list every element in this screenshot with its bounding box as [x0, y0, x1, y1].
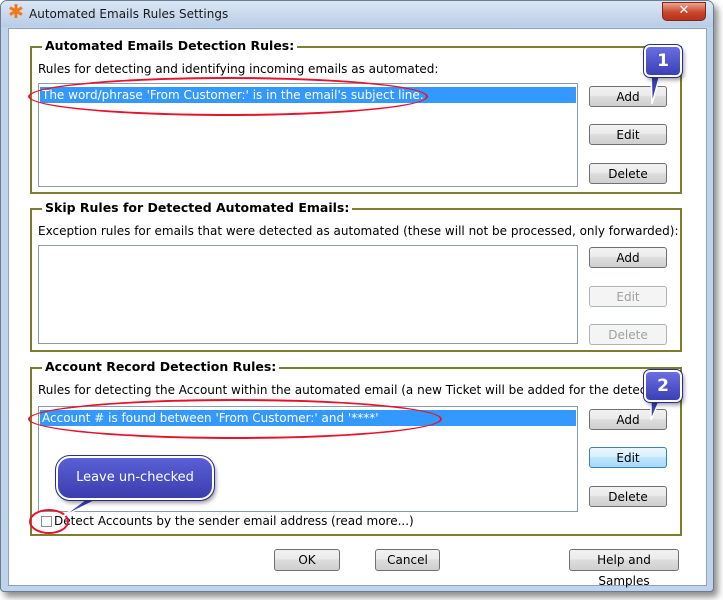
callout-pointers — [61, 70, 663, 518]
callout-number-one: 1 — [643, 44, 683, 78]
callout-leave-unchecked: Leave un-checked — [55, 455, 215, 501]
callout-number-two: 2 — [643, 369, 683, 403]
